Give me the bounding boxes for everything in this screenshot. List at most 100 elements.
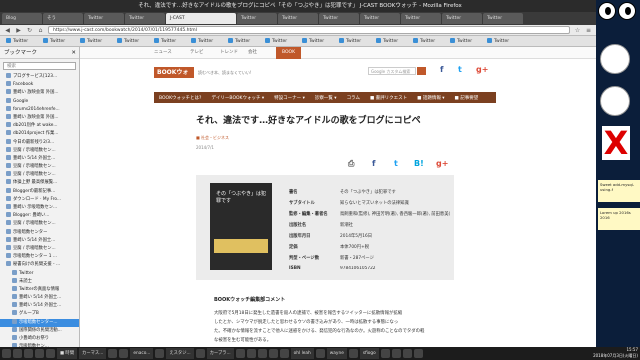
browser-tab[interactable]: J-CAST — [166, 13, 236, 24]
bookmark-item[interactable]: Twitter — [450, 38, 484, 44]
sidebar-bookmark-item[interactable]: 豊崎い 5/14 外国士... — [0, 154, 79, 163]
sidebar-bookmark-item[interactable]: グループB — [0, 310, 79, 318]
site-nav-item[interactable]: トレンド — [220, 47, 238, 59]
category-item[interactable]: ■ 話題情報 ▾ — [412, 95, 449, 101]
taskbar-app-icon[interactable] — [257, 349, 267, 358]
print-icon[interactable]: ⎙ — [348, 159, 354, 169]
sidebar-bookmark-item[interactable]: Google — [0, 97, 79, 106]
taskbar-clock[interactable]: 15:57 2018年07月3日(火曜日) — [593, 347, 638, 360]
bookmark-item[interactable]: Twitter — [339, 38, 373, 44]
site-logo[interactable]: BOOKウォッチ — [154, 67, 194, 87]
sidebar-bookmark-item[interactable]: Blogger: 豊崎い... — [0, 212, 79, 220]
taskbar-app-icon[interactable] — [380, 349, 390, 358]
hatena-bookmark-icon[interactable]: B! — [414, 159, 424, 168]
category-item[interactable]: ■ 書評リクエスト — [365, 95, 412, 101]
taskbar-app-icon[interactable] — [246, 349, 256, 358]
taskbar-window-button[interactable]: カーブラ... — [206, 348, 234, 359]
twitter-icon[interactable]: t — [458, 65, 462, 74]
browser-tab[interactable]: そう — [43, 13, 83, 24]
sidebar-bookmark-item[interactable]: ダウンロード · My Fro... — [0, 195, 79, 204]
browser-tab[interactable]: Twitter — [278, 13, 318, 24]
taskbar-app-icon[interactable] — [2, 349, 11, 358]
taskbar-app-icon[interactable] — [24, 349, 33, 358]
browser-tab[interactable]: Twitter — [84, 13, 124, 24]
taskbar-app-icon[interactable] — [402, 349, 412, 358]
bookmark-item[interactable]: Twitter — [43, 38, 77, 44]
browser-tab[interactable]: Twitter — [401, 13, 441, 24]
taskbar-app-icon[interactable] — [348, 349, 358, 358]
sidebar-bookmark-item[interactable]: 豊崎い 5/14 外国士... — [0, 294, 79, 302]
google-plus-share-icon[interactable]: g+ — [436, 159, 448, 168]
bookmark-item[interactable]: Twitter — [376, 38, 410, 44]
browser-tab[interactable]: Blog — [2, 13, 42, 24]
taskbar-window-button[interactable]: ■ 時間 — [57, 348, 78, 359]
browser-tab[interactable]: Twitter — [319, 13, 359, 24]
sidebar-bookmark-item[interactable]: 豊崎い 5/14 外国士... — [0, 302, 79, 310]
site-nav-item[interactable]: ニュース — [154, 47, 172, 59]
breadcrumb[interactable]: ■ 社会・ビジネス — [196, 135, 229, 141]
category-item[interactable]: 特設コーナー ▾ — [269, 95, 310, 101]
browser-tab[interactable]: Twitter — [483, 13, 523, 24]
taskbar-app-icon[interactable] — [155, 349, 165, 358]
bookmark-item[interactable]: Twitter — [228, 38, 262, 44]
star-icon[interactable]: ☆ — [574, 27, 581, 34]
sidebar-bookmark-item[interactable]: 豊崎い 5/14 外国士... — [0, 236, 79, 245]
sidebar-bookmark-item[interactable]: Twitterの真面な情報 — [0, 285, 79, 294]
sidebar-bookmark-item[interactable]: 豊崎い 放映会第 外国... — [0, 113, 79, 122]
sidebar-bookmark-item[interactable]: Twitter — [0, 269, 79, 278]
home-icon[interactable]: ⌂ — [37, 27, 44, 34]
sidebar-bookmark-item[interactable]: ブログサービス[123... — [0, 73, 79, 81]
browser-tab[interactable]: Twitter — [125, 13, 165, 24]
site-search-input[interactable]: Google カスタム検索 — [368, 67, 416, 75]
forward-icon[interactable]: ▶ — [15, 27, 22, 34]
bookmark-item[interactable]: Twitter — [154, 38, 188, 44]
browser-tab[interactable]: Twitter — [442, 13, 482, 24]
bookmark-item[interactable]: Twitter — [117, 38, 151, 44]
sidebar-bookmark-item[interactable]: 豆腐 / 示唆暗数セン... — [0, 163, 79, 171]
taskbar-app-icon[interactable] — [279, 349, 289, 358]
menu-icon[interactable]: ≡ — [585, 27, 592, 34]
taskbar-app-icon[interactable] — [108, 349, 118, 358]
sidebar-bookmark-item[interactable]: db201別件 at wake... — [0, 122, 79, 130]
sidebar-bookmark-item[interactable]: 秘書向けの民間支援 - ... — [0, 261, 79, 269]
bookmark-item[interactable]: Twitter — [80, 38, 114, 44]
sidebar-bookmark-item[interactable]: db2014project 作業... — [0, 130, 79, 138]
book-cover[interactable]: その「つぶやき」は犯罪です — [210, 183, 272, 270]
category-item[interactable]: 診察一覧 ▾ — [310, 95, 342, 101]
category-item[interactable]: ■ 記事要望 — [450, 95, 484, 101]
category-item[interactable]: コラム — [342, 95, 365, 101]
sidebar-search-input[interactable]: 検索 — [3, 62, 76, 70]
search-button[interactable] — [417, 67, 426, 75]
browser-tab[interactable]: Twitter — [237, 13, 277, 24]
bookmark-item[interactable]: Twitter — [6, 38, 40, 44]
taskbar-app-icon[interactable] — [35, 349, 44, 358]
sidebar-bookmark-item[interactable]: 豆腐 / 示唆暗数セン... — [0, 244, 79, 253]
category-item[interactable]: デイリーBOOKウォッチ ▾ — [206, 95, 269, 101]
sidebar-bookmark-item[interactable]: 豆腐 / 示唆暗数セン... — [0, 220, 79, 228]
sidebar-bookmark-item[interactable]: 豆腐 / 示唆暗数セン... — [0, 146, 79, 155]
sidebar-bookmark-item[interactable]: 豆腐 / 示唆暗数セン... — [0, 171, 79, 179]
taskbar-window-button[interactable]: ohl leah — [290, 348, 314, 359]
taskbar-window-button[interactable]: カーマス... — [79, 348, 107, 359]
taskbar-app-icon[interactable] — [235, 349, 245, 358]
taskbar-window-button[interactable]: enaco... — [130, 348, 154, 359]
taskbar-window-button[interactable]: wayne — [326, 348, 347, 359]
browser-tab[interactable]: Twitter — [360, 13, 400, 24]
sidebar-bookmark-item[interactable]: 豊崎い 放映会第 外国... — [0, 89, 79, 97]
sidebar-bookmark-item[interactable]: Bloggerの最新記事... — [0, 187, 79, 196]
sidebar-bookmark-item[interactable]: 体操上野 最高傑展覧... — [0, 179, 79, 187]
site-nav-item[interactable]: テレビ — [190, 47, 204, 59]
taskbar-app-icon[interactable] — [413, 349, 423, 358]
taskbar-app-icon[interactable] — [13, 349, 22, 358]
taskbar-window-button[interactable]: sfiogo — [359, 348, 379, 359]
taskbar-app-icon[interactable] — [391, 349, 401, 358]
taskbar-app-icon[interactable] — [268, 349, 278, 358]
sidebar-bookmark-item[interactable]: 示唆暗数センター 1 ... — [0, 253, 79, 261]
site-nav-item[interactable]: BOOK — [276, 47, 302, 59]
sidebar-bookmark-item[interactable]: 国際関係の民間活動... — [0, 326, 79, 335]
sidebar-bookmark-item[interactable]: 示唆暗数センター — [0, 228, 79, 237]
reload-icon[interactable]: ↻ — [26, 27, 33, 34]
taskbar-app-icon[interactable] — [195, 349, 205, 358]
bookmark-item[interactable]: Twitter — [413, 38, 447, 44]
google-plus-icon[interactable]: g+ — [476, 65, 488, 74]
